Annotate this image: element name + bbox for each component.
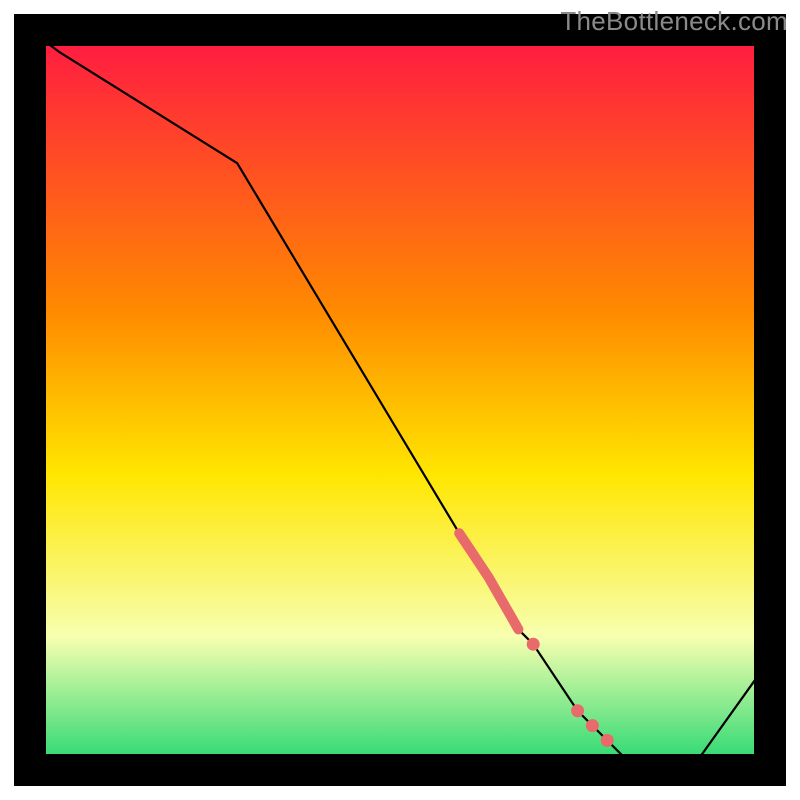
plot-background [30, 30, 770, 770]
marker-dot [601, 734, 614, 747]
watermark-text: TheBottleneck.com [560, 6, 788, 37]
marker-dot [571, 704, 584, 717]
bottleneck-chart: TheBottleneck.com [0, 0, 800, 800]
marker-dot [527, 638, 540, 651]
marker-dot [586, 719, 599, 732]
chart-svg [0, 0, 800, 800]
